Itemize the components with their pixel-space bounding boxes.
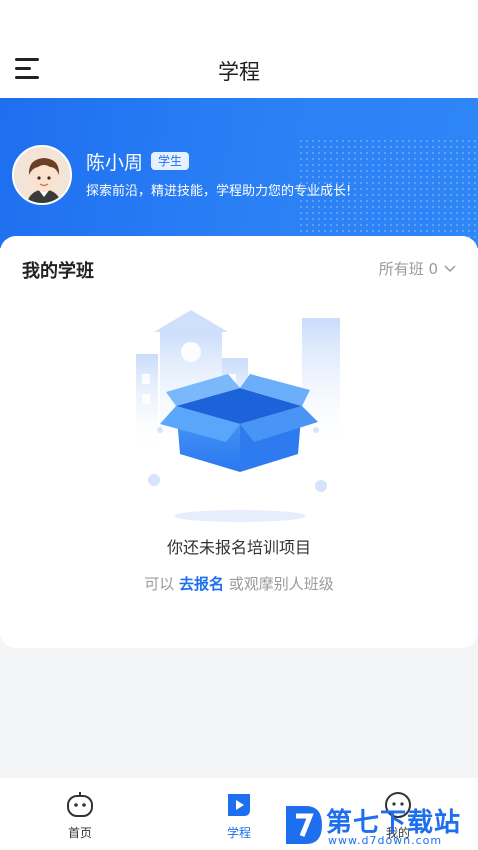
home-robot-icon xyxy=(67,792,93,817)
play-icon xyxy=(228,794,250,816)
watermark-logo: 第七下载站 www.d7down.com xyxy=(284,802,474,848)
profile-slogan: 探索前沿，精进技能，学程助力您的专业成长! xyxy=(86,184,352,199)
class-filter-label: 所有班 0 xyxy=(378,260,438,278)
tab-label-home: 首页 xyxy=(67,826,92,840)
hint-prefix: 可以 xyxy=(144,575,175,593)
d7-logo-icon xyxy=(286,806,322,844)
empty-state-title: 你还未报名培训项目 xyxy=(166,538,311,557)
signup-link[interactable]: 去报名 xyxy=(179,575,224,593)
class-filter-dropdown[interactable]: 所有班 0 xyxy=(379,258,456,279)
watermark-url: www.d7down.com xyxy=(328,834,443,847)
profile-banner: 陈小周 学生 探索前沿，精进技能，学程助力您的专业成长! xyxy=(0,98,478,248)
page-title: 学程 xyxy=(218,60,260,84)
my-classes-card: 我的学班 所有班 0 你还未报名培训项目 可以 去报名 或观摩别人班级 xyxy=(0,236,478,648)
tab-course[interactable]: 学程 xyxy=(199,790,279,841)
empty-box-illustration xyxy=(136,310,340,522)
empty-state-hint: 可以 去报名 或观摩别人班级 xyxy=(0,573,478,594)
chevron-down-icon xyxy=(444,264,456,272)
tab-home[interactable]: 首页 xyxy=(40,790,120,841)
role-badge: 学生 xyxy=(151,152,190,170)
user-name: 陈小周 xyxy=(86,152,144,174)
hint-suffix: 或观摩别人班级 xyxy=(228,575,334,593)
section-title: 我的学班 xyxy=(22,261,94,282)
avatar[interactable] xyxy=(12,145,72,205)
tab-label-course: 学程 xyxy=(226,826,251,840)
top-bar: 学程 xyxy=(0,0,478,98)
